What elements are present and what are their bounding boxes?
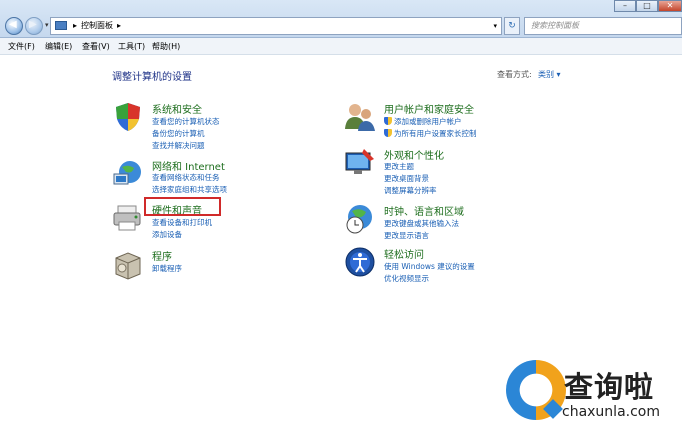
- history-dropdown-icon[interactable]: ▾: [45, 21, 49, 29]
- link-optimize-display[interactable]: 优化视频显示: [384, 273, 429, 284]
- address-field[interactable]: ▸ 控制面板 ▸ ▾: [50, 17, 502, 35]
- minimize-button[interactable]: –: [614, 0, 636, 12]
- menu-view[interactable]: 查看(V): [82, 41, 110, 52]
- link-computer-status[interactable]: 查看您的计算机状态: [152, 116, 220, 127]
- category-title[interactable]: 程序: [152, 248, 172, 263]
- link-input-method[interactable]: 更改键盘或其他输入法: [384, 218, 459, 229]
- view-by-label: 查看方式:: [497, 70, 532, 79]
- view-by-dropdown[interactable]: 类别 ▾: [538, 69, 561, 80]
- close-button[interactable]: ✕: [658, 0, 682, 12]
- menu-edit[interactable]: 编辑(E): [45, 41, 72, 52]
- link-display-language[interactable]: 更改显示语言: [384, 230, 429, 241]
- link-troubleshoot[interactable]: 查找并解决问题: [152, 140, 205, 151]
- link-devices-printers[interactable]: 查看设备和打印机: [152, 217, 212, 228]
- link-screen-resolution[interactable]: 调整屏幕分辨率: [384, 185, 437, 196]
- category-title[interactable]: 外观和个性化: [384, 147, 444, 162]
- category-title[interactable]: 网络和 Internet: [152, 158, 225, 173]
- link-change-background[interactable]: 更改桌面背景: [384, 173, 429, 184]
- forward-arrow-icon: ▶: [29, 19, 37, 30]
- watermark-url: chaxunla.com: [562, 404, 660, 420]
- menu-file[interactable]: 文件(F): [8, 41, 35, 52]
- link-homegroup[interactable]: 选择家庭组和共享选项: [152, 184, 227, 195]
- chevron-right-icon[interactable]: ▸: [73, 21, 77, 30]
- watermark-name: 查询啦: [564, 370, 655, 404]
- link-change-theme[interactable]: 更改主题: [384, 161, 414, 172]
- menu-tools[interactable]: 工具(T): [118, 41, 145, 52]
- category-title[interactable]: 轻松访问: [384, 246, 424, 261]
- address-bar-area: – □ ✕ ◀ ▶ ▾ ▸ 控制面板 ▸ ▾ ↻ 搜索控制面板: [0, 0, 682, 38]
- maximize-button[interactable]: □: [636, 0, 658, 12]
- monitor-paint-icon[interactable]: [344, 147, 376, 179]
- clock-globe-icon[interactable]: [344, 203, 376, 235]
- page-title: 调整计算机的设置: [112, 72, 192, 83]
- link-recommended-settings[interactable]: 使用 Windows 建议的设置: [384, 261, 475, 272]
- chevron-right-icon[interactable]: ▸: [117, 21, 121, 30]
- category-title[interactable]: 系统和安全: [152, 101, 202, 116]
- back-button[interactable]: ◀: [5, 17, 23, 35]
- accessibility-icon[interactable]: [344, 246, 376, 278]
- category-title[interactable]: 用户帐户和家庭安全: [384, 101, 474, 116]
- network-globe-icon[interactable]: [112, 158, 144, 190]
- refresh-button[interactable]: ↻: [504, 17, 520, 35]
- menu-bar: 文件(F) 编辑(E) 查看(V) 工具(T) 帮助(H): [0, 38, 682, 55]
- link-network-status[interactable]: 查看网络状态和任务: [152, 172, 220, 183]
- back-arrow-icon: ◀: [9, 19, 17, 30]
- printer-icon[interactable]: [112, 202, 144, 234]
- shield-icon[interactable]: [112, 101, 144, 133]
- control-panel-icon: [55, 21, 67, 30]
- link-add-user[interactable]: 添加或删除用户帐户: [384, 116, 462, 127]
- uac-shield-icon: [384, 117, 392, 125]
- link-backup[interactable]: 备份您的计算机: [152, 128, 205, 139]
- users-icon[interactable]: [344, 101, 376, 133]
- link-parental-control[interactable]: 为所有用户设置家长控制: [384, 128, 477, 139]
- highlight-annotation: [144, 197, 221, 216]
- forward-button[interactable]: ▶: [25, 17, 43, 35]
- link-uninstall[interactable]: 卸载程序: [152, 263, 182, 274]
- category-title[interactable]: 时钟、语言和区域: [384, 203, 464, 218]
- menu-help[interactable]: 帮助(H): [152, 41, 180, 52]
- search-input[interactable]: 搜索控制面板: [524, 17, 682, 35]
- address-dropdown-icon[interactable]: ▾: [493, 18, 497, 34]
- programs-box-icon[interactable]: [112, 248, 144, 280]
- uac-shield-icon: [384, 129, 392, 137]
- link-add-device[interactable]: 添加设备: [152, 229, 182, 240]
- breadcrumb-control-panel[interactable]: 控制面板: [81, 21, 113, 30]
- watermark: 查询啦 chaxunla.com: [506, 356, 682, 447]
